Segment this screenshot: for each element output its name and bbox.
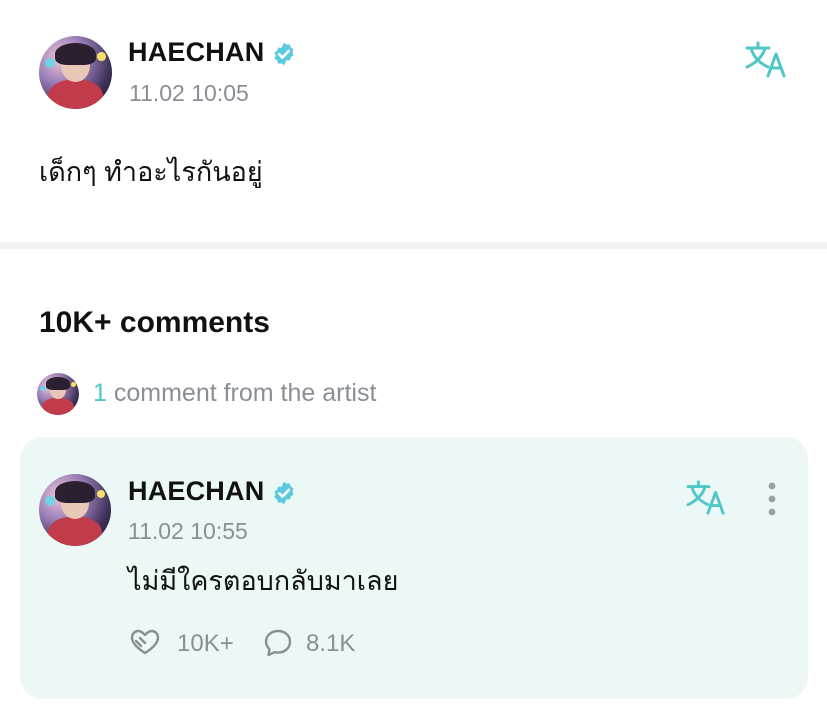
comment-timestamp: 11.02 10:55 [128, 518, 248, 544]
artist-comment-summary[interactable]: 1 comment from the artist [93, 379, 376, 408]
comment-text: ไม่มีใครตอบกลับมาเลย [128, 566, 399, 596]
translate-icon[interactable] [685, 479, 729, 517]
comment-author-name[interactable]: HAECHAN [128, 476, 264, 506]
post-author-avatar[interactable] [39, 36, 112, 109]
speech-bubble-icon[interactable] [263, 628, 293, 658]
comment-author-avatar[interactable] [39, 474, 111, 546]
post-timestamp: 11.02 10:05 [129, 80, 249, 106]
artist-comment-label: comment from the artist [113, 379, 377, 407]
post-text: เด็กๆ ทำอะไรกันอยู่ [39, 157, 263, 187]
post-author-name[interactable]: HAECHAN [128, 37, 264, 67]
artist-comment-card[interactable]: HAECHAN 11.02 10:55 ไม่มีใครตอบกลับมาเลย… [20, 437, 808, 699]
verified-badge-icon [274, 42, 294, 66]
like-count[interactable]: 10K+ [177, 630, 234, 658]
translate-icon[interactable] [744, 40, 790, 80]
reply-count[interactable]: 8.1K [306, 630, 355, 658]
more-vertical-icon[interactable] [766, 482, 778, 516]
comments-count-heading: 10K+ comments [39, 306, 270, 339]
verified-badge-icon [274, 481, 294, 505]
heart-hands-icon[interactable] [129, 627, 161, 657]
artist-comment-avatar-small [37, 373, 79, 415]
section-divider [0, 242, 827, 249]
artist-comment-count: 1 [93, 379, 107, 407]
